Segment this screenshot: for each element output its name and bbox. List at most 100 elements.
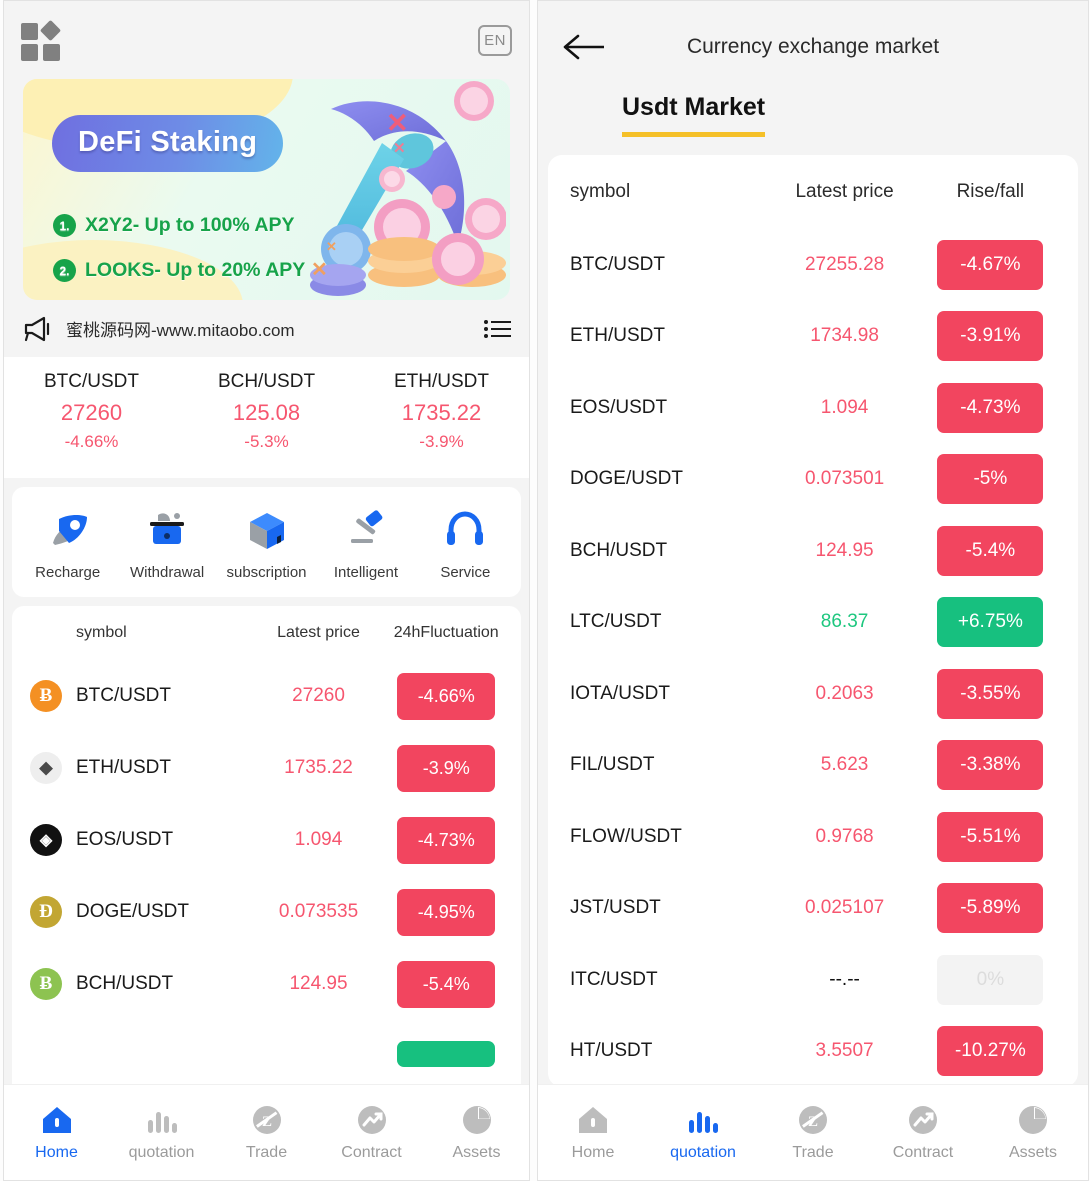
row-price: 124.95: [815, 539, 874, 561]
headphone-icon: [442, 509, 488, 551]
row-symbol: FLOW/USDT: [570, 825, 682, 847]
row-price: 0.2063: [815, 682, 874, 704]
quote-price: 27260: [60, 400, 123, 425]
header-symbol: symbol: [76, 624, 127, 641]
grid-logo-icon[interactable]: [21, 19, 63, 61]
table-row[interactable]: FLOW/USDT 0.9768 -5.51%: [548, 801, 1078, 873]
list-menu-icon[interactable]: [483, 319, 511, 339]
promo-banner[interactable]: ✕ ✕ ✕ ✕ DeFi Staking 1. X2Y2- Up to 100%…: [23, 79, 510, 300]
tab-label: Contract: [341, 1143, 402, 1161]
top-quote-cell[interactable]: BTC/USDT 27260 -4.66%: [4, 371, 179, 452]
quick-action-service[interactable]: Service: [416, 509, 515, 581]
tab-contract[interactable]: Contract: [319, 1104, 424, 1162]
header-change: Rise/fall: [956, 181, 1025, 202]
row-price: 124.95: [289, 973, 348, 994]
quote-price: 125.08: [232, 400, 301, 425]
row-symbol: BCH/USDT: [76, 973, 174, 994]
table-row[interactable]: BCH/USDT 124.95 -5.4%: [548, 515, 1078, 587]
table-row[interactable]: IOTA/USDT 0.2063 -3.55%: [548, 658, 1078, 730]
status-badge: -4.66%: [397, 672, 496, 720]
home-icon: [576, 1104, 610, 1136]
banner-x-mark-2: ✕: [393, 140, 406, 157]
contract-icon: [355, 1104, 389, 1136]
row-price: 0.073501: [804, 468, 885, 490]
row-price: 0.025107: [804, 897, 885, 919]
table-row[interactable]: ◆ ETH/USDT 1735.22 -3.9%: [12, 732, 521, 804]
banner-item-2-number: 2.: [53, 259, 76, 282]
table-row[interactable]: LTC/USDT 86.37 +6.75%: [548, 587, 1078, 659]
tab-assets[interactable]: Assets: [978, 1104, 1088, 1162]
doge-coin-icon: Ð: [30, 896, 62, 928]
language-button[interactable]: EN: [478, 24, 512, 56]
tab-quotation[interactable]: quotation: [648, 1104, 758, 1162]
status-badge: -5.4%: [937, 525, 1044, 576]
quick-action-label: Withdrawal: [130, 564, 205, 581]
banner-item-1-text: X2Y2- Up to 100% APY: [85, 214, 295, 236]
eos-coin-icon: ◈: [30, 824, 62, 856]
status-badge: -5%: [937, 454, 1044, 505]
status-badge: -4.67%: [937, 239, 1044, 290]
table-row[interactable]: HT/USDT 3.5507 -10.27%: [548, 1016, 1078, 1088]
row-symbol: HT/USDT: [570, 1040, 653, 1062]
status-badge: -5.89%: [937, 883, 1044, 934]
row-price: 27255.28: [804, 253, 885, 275]
top-quote-cell[interactable]: ETH/USDT 1735.22 -3.9%: [354, 371, 529, 452]
header-symbol: symbol: [570, 181, 631, 202]
table-row[interactable]: ◈ EOS/USDT 1.094 -4.73%: [12, 804, 521, 876]
row-symbol: ETH/USDT: [76, 757, 171, 778]
tab-quotation[interactable]: quotation: [109, 1104, 214, 1162]
tab-trade[interactable]: Z Trade: [214, 1104, 319, 1162]
page-title: Currency exchange market: [686, 35, 940, 58]
table-row[interactable]: BTC/USDT 27255.28 -4.67%: [548, 229, 1078, 301]
right-market-list: symbol Latest price Rise/fall BTC/USDT 2…: [548, 155, 1078, 1087]
table-row[interactable]: FIL/USDT 5.623 -3.38%: [548, 730, 1078, 802]
row-price: 1735.22: [284, 757, 353, 778]
megaphone-icon: [24, 316, 50, 341]
table-row[interactable]: ITC/USDT --.-- 0%: [548, 944, 1078, 1016]
table-row[interactable]: JST/USDT 0.025107 -5.89%: [548, 873, 1078, 945]
quick-action-intelligent[interactable]: Intelligent: [316, 509, 415, 581]
status-badge: -5.51%: [937, 811, 1044, 862]
right-scroll-area[interactable]: Currency exchange market Usdt Market sym…: [538, 1, 1088, 1180]
table-row[interactable]: Ƀ BTC/USDT 27260 -4.66%: [12, 660, 521, 732]
row-symbol: ITC/USDT: [570, 968, 658, 990]
table-row[interactable]: DOGE/USDT 0.073501 -5%: [548, 444, 1078, 516]
status-badge: -5.4%: [397, 960, 496, 1008]
screenshot-root: EN ✕ ✕ ✕ ✕ DeFi Staking 1. X2Y2- Up to 1…: [0, 0, 1090, 1181]
row-symbol: EOS/USDT: [570, 396, 668, 418]
trade-icon: Z: [250, 1104, 284, 1136]
left-top-bar: EN: [4, 1, 529, 79]
table-row[interactable]: Ð DOGE/USDT 0.073535 -4.95%: [12, 876, 521, 948]
withdraw-icon: [144, 509, 190, 551]
tab-usdt-market[interactable]: Usdt Market: [622, 93, 766, 137]
status-badge: -3.91%: [937, 311, 1044, 362]
right-phone-panel: Currency exchange market Usdt Market sym…: [537, 0, 1089, 1181]
right-bottom-nav: Home quotation Z Trade Contract Assets: [538, 1084, 1088, 1180]
status-badge: -4.73%: [937, 382, 1044, 433]
notice-bar[interactable]: 蜜桃源码网-www.mitaobo.com: [4, 300, 529, 357]
tab-assets[interactable]: Assets: [424, 1104, 529, 1162]
tab-trade[interactable]: Z Trade: [758, 1104, 868, 1162]
table-row[interactable]: ETH/USDT 1734.98 -3.91%: [548, 301, 1078, 373]
banner-item-1-number: 1.: [53, 214, 76, 237]
table-row[interactable]: [12, 1020, 521, 1092]
right-market-header: symbol Latest price Rise/fall: [548, 155, 1078, 229]
top-quote-cell[interactable]: BCH/USDT 125.08 -5.3%: [179, 371, 354, 452]
banner-item-2: 2. LOOKS- Up to 20% APY: [53, 259, 305, 282]
quote-price: 1735.22: [401, 400, 482, 425]
quick-action-subscription[interactable]: subscription: [217, 509, 316, 581]
table-row[interactable]: Ƀ BCH/USDT 124.95 -5.4%: [12, 948, 521, 1020]
row-price: 86.37: [820, 611, 869, 633]
row-symbol: BTC/USDT: [76, 685, 171, 706]
quote-symbol: BCH/USDT: [217, 371, 316, 392]
tab-home[interactable]: Home: [538, 1104, 648, 1162]
quick-action-withdrawal[interactable]: Withdrawal: [117, 509, 216, 581]
table-row[interactable]: EOS/USDT 1.094 -4.73%: [548, 372, 1078, 444]
tab-home[interactable]: Home: [4, 1104, 109, 1162]
quick-action-recharge[interactable]: Recharge: [18, 509, 117, 581]
left-scroll-area[interactable]: EN ✕ ✕ ✕ ✕ DeFi Staking 1. X2Y2- Up to 1…: [4, 1, 529, 1180]
back-arrow-icon[interactable]: [562, 32, 608, 62]
row-price: 0.073535: [278, 901, 359, 922]
tab-contract[interactable]: Contract: [868, 1104, 978, 1162]
banner-item-1: 1. X2Y2- Up to 100% APY: [53, 214, 295, 237]
